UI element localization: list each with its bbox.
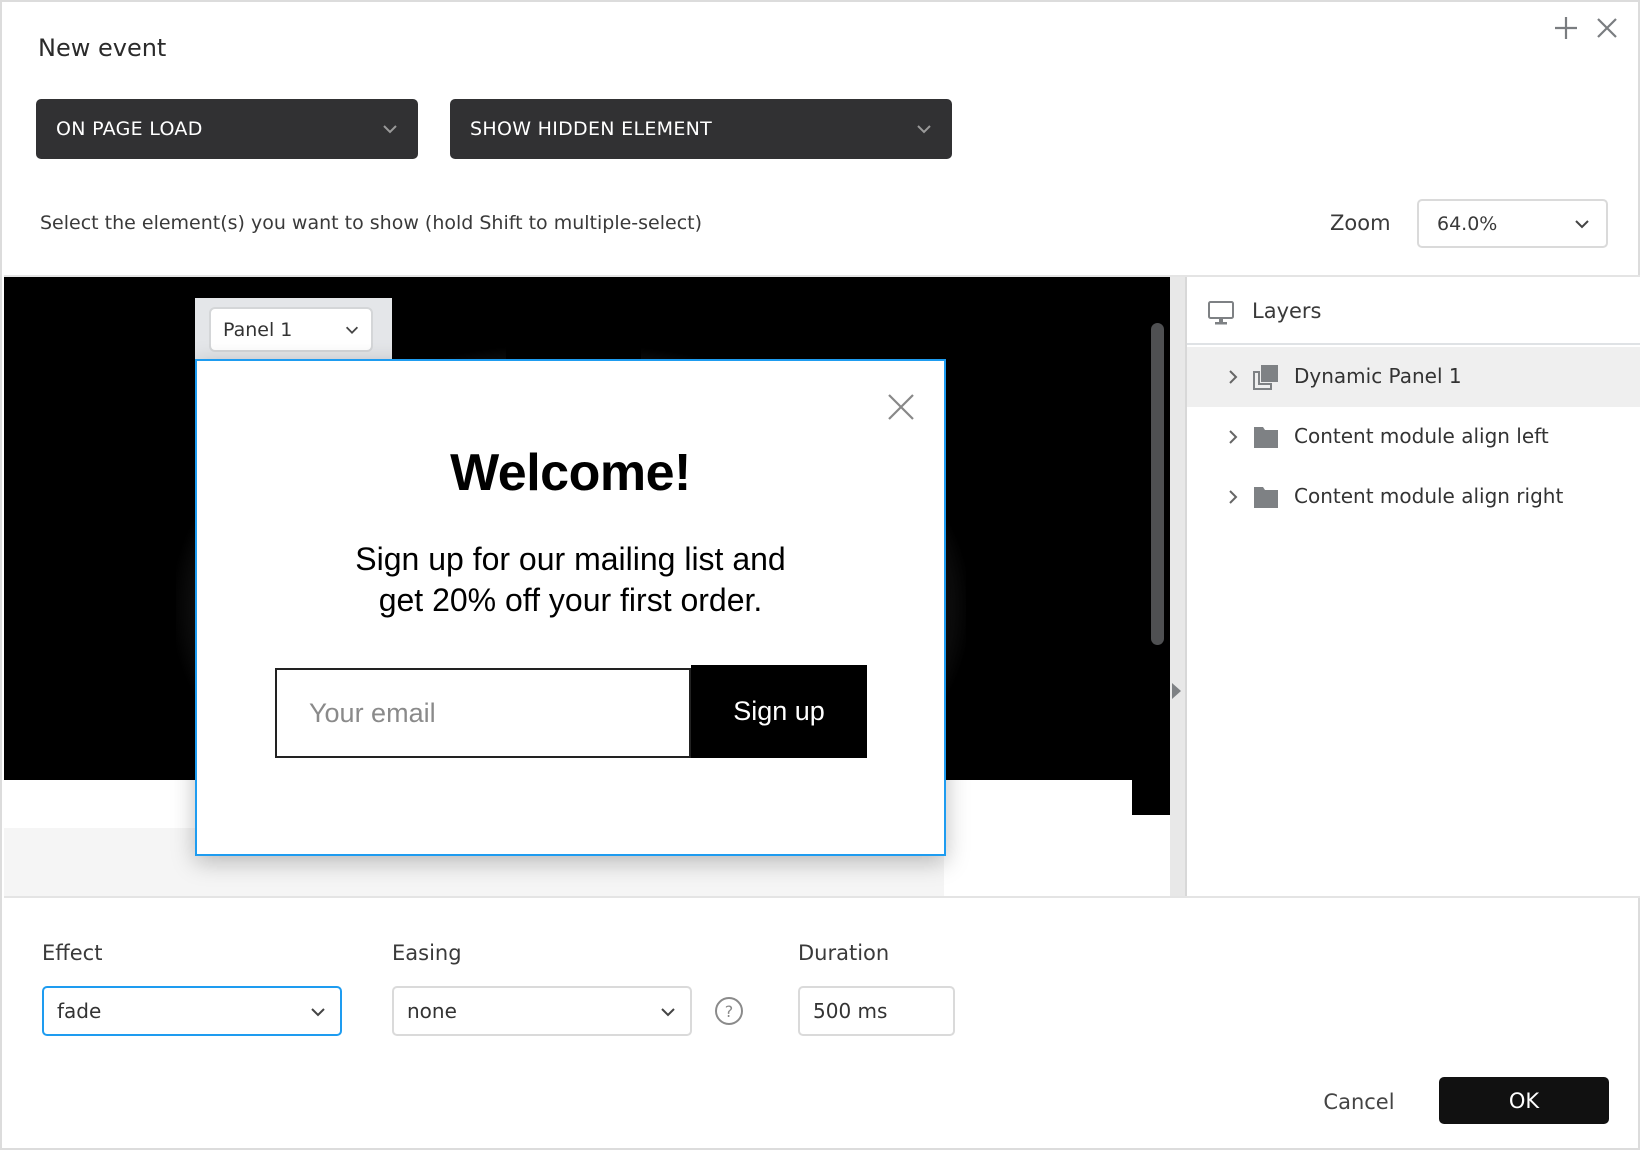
plus-icon [1555,17,1577,39]
layer-item-label: Content module align left [1294,424,1549,448]
chevron-down-icon [311,1008,325,1017]
close-dialog-button[interactable] [1593,14,1621,42]
effect-select-value: fade [57,999,102,1023]
chevron-down-icon [1575,220,1589,229]
email-input[interactable]: Your email [275,668,691,758]
canvas-element-block [1132,780,1170,815]
chevron-down-icon [917,125,931,134]
trigger-select-value: ON PAGE LOAD [56,118,203,140]
panel-state-tab: Panel 1 [195,298,392,360]
popup-body: Sign up for our mailing list and get 20%… [197,539,944,621]
close-icon [888,394,914,420]
close-icon [1597,18,1617,38]
layers-panel: Layers Dynamic Panel 1 Content module al… [1187,277,1640,896]
folder-icon [1254,427,1278,448]
action-select-value: SHOW HIDDEN ELEMENT [470,118,713,140]
svg-text:?: ? [725,1002,734,1021]
add-button[interactable] [1552,14,1580,42]
layer-item-content-module-right[interactable]: Content module align right [1187,467,1640,527]
layers-title: Layers [1252,299,1322,323]
easing-select[interactable]: none [392,986,692,1036]
signup-button[interactable]: Sign up [691,665,867,758]
monitor-icon [1208,301,1234,325]
canvas-element-block [506,277,641,363]
duration-input[interactable]: 500 ms [798,986,955,1036]
easing-select-value: none [407,999,457,1023]
panel-state-select[interactable]: Panel 1 [209,307,373,352]
canvas-preview[interactable]: Panel 1 Welcome! Sign up for our mailing… [4,277,1170,896]
layer-item-label: Content module align right [1294,484,1564,508]
zoom-select[interactable]: 64.0% [1417,199,1608,248]
instruction-text: Select the element(s) you want to show (… [40,212,703,234]
effect-select[interactable]: fade [42,986,342,1036]
dynamic-panel-icon [1253,365,1278,390]
popup-close-button[interactable] [885,391,917,423]
layer-item-content-module-left[interactable]: Content module align left [1187,407,1640,467]
popup-body-line: get 20% off your first order. [378,582,763,618]
chevron-right-icon[interactable] [1225,488,1241,506]
chevron-down-icon [661,1008,675,1017]
easing-label: Easing [392,941,462,965]
action-select[interactable]: SHOW HIDDEN ELEMENT [450,99,952,159]
popup-heading: Welcome! [450,444,691,502]
panel-state-value: Panel 1 [223,318,293,341]
help-icon[interactable]: ? [714,996,744,1026]
chevron-down-icon [345,326,359,334]
layer-item-label: Dynamic Panel 1 [1294,364,1462,388]
zoom-select-value: 64.0% [1437,212,1498,235]
folder-icon [1254,487,1278,508]
caret-right-icon [1172,683,1181,699]
effect-label: Effect [42,941,103,965]
layers-collapse-toggle[interactable] [1170,277,1187,896]
popup-body-line: Sign up for our mailing list and [355,541,786,577]
cancel-button[interactable]: Cancel [1312,1082,1406,1122]
dialog-title: New event [38,34,167,62]
popup-dynamic-panel[interactable]: Welcome! Sign up for our mailing list an… [195,359,946,856]
duration-label: Duration [798,941,890,965]
zoom-label: Zoom [1330,211,1391,235]
canvas-scrollbar[interactable] [1151,323,1164,645]
layers-header: Layers [1187,277,1640,345]
new-event-dialog: New event ON PAGE LOAD SHOW HIDDEN ELEME… [0,0,1640,1150]
trigger-select[interactable]: ON PAGE LOAD [36,99,418,159]
layer-item-dynamic-panel-1[interactable]: Dynamic Panel 1 [1187,347,1640,407]
ok-button[interactable]: OK [1439,1077,1609,1124]
chevron-right-icon[interactable] [1225,428,1241,446]
divider [4,896,1640,898]
chevron-down-icon [383,125,397,134]
chevron-right-icon[interactable] [1225,368,1241,386]
